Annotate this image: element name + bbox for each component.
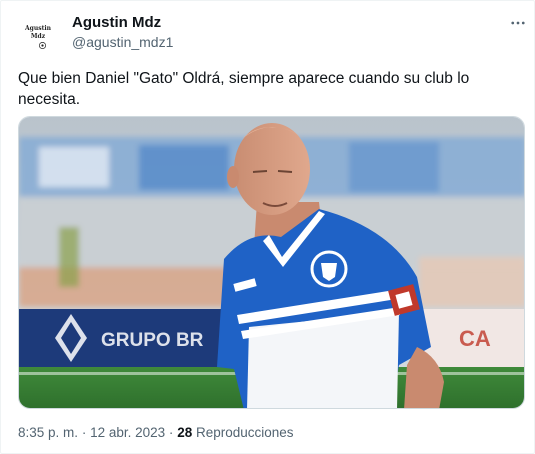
tweet-text: Que bien Daniel "Gato" Oldrá, siempre ap…: [18, 70, 470, 108]
meta-separator-2: ·: [168, 425, 174, 440]
more-horizontal-icon: [511, 21, 525, 25]
avatar-text-line2: Mdz: [30, 33, 46, 40]
soccer-ball-icon: [39, 42, 46, 49]
banner-text-right: CA: [459, 326, 491, 351]
banner-text: GRUPO BR: [101, 330, 204, 351]
photo-man-in-jersey: GRUPO BR CA: [19, 117, 524, 408]
tweet-card: Agustin Mdz Agustin Mdz @agustin_mdz1 Qu…: [0, 0, 535, 454]
avatar[interactable]: Agustin Mdz: [18, 14, 58, 54]
author-display-name[interactable]: Agustin Mdz: [72, 14, 161, 31]
tweet-time[interactable]: 8:35 p. m.: [18, 425, 78, 440]
tweet-date[interactable]: 12 abr. 2023: [90, 425, 165, 440]
tweet-meta: 8:35 p. m. · 12 abr. 2023 · 28 Reproducc…: [18, 425, 294, 440]
avatar-text-line1: Agustin: [24, 25, 51, 32]
views-label: Reproducciones: [195, 425, 294, 440]
author-handle[interactable]: @agustin_mdz1: [72, 34, 173, 50]
more-options-button[interactable]: [501, 9, 535, 37]
tweet-photo[interactable]: GRUPO BR CA: [18, 116, 525, 409]
meta-separator: ·: [81, 425, 87, 440]
views-count: 28: [177, 425, 193, 440]
